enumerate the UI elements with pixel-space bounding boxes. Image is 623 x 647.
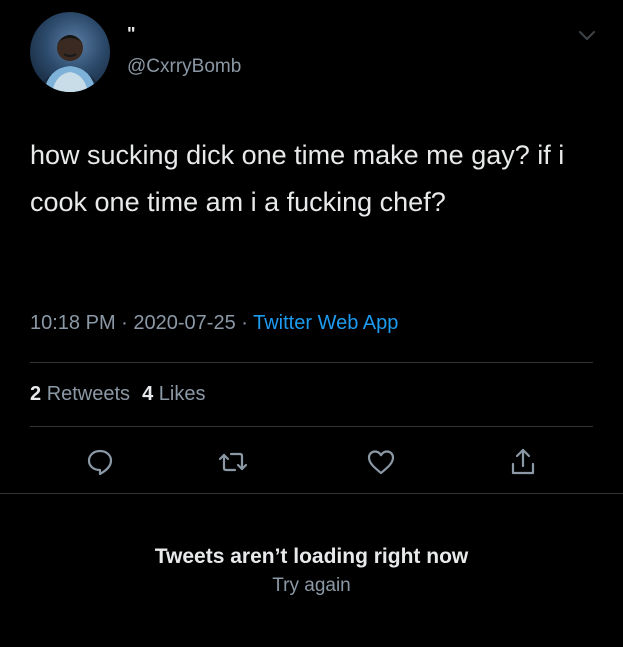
retweet-button[interactable] bbox=[218, 447, 248, 477]
heart-icon bbox=[367, 450, 395, 475]
retweets-stat[interactable]: 2 Retweets bbox=[30, 383, 130, 405]
tweet-source-link[interactable]: Twitter Web App bbox=[253, 312, 398, 334]
loading-error-message: Tweets aren’t loading right now bbox=[154, 545, 469, 568]
meta-separator: · bbox=[235, 312, 254, 334]
retweets-label: Retweets bbox=[46, 383, 131, 405]
tweet-text: how sucking dick one time make me gay? i… bbox=[30, 140, 565, 217]
likes-stat[interactable]: 4 Likes bbox=[142, 383, 205, 405]
likes-label: Likes bbox=[158, 383, 206, 405]
tweet-time[interactable]: 10:18 PM bbox=[30, 312, 116, 334]
likes-count: 4 bbox=[142, 383, 154, 405]
avatar-image bbox=[40, 35, 100, 92]
tweet-stats: 2 Retweets 4 Likes bbox=[30, 383, 205, 406]
reply-icon bbox=[87, 449, 113, 476]
divider bbox=[0, 493, 623, 494]
divider bbox=[30, 362, 593, 363]
share-button[interactable] bbox=[508, 447, 538, 477]
tweet-meta: 10:18 PM · 2020-07-25 · Twitter Web App bbox=[30, 312, 398, 335]
like-button[interactable] bbox=[366, 447, 396, 477]
reply-button[interactable] bbox=[85, 447, 115, 477]
retweets-count: 2 bbox=[30, 383, 42, 405]
avatar[interactable] bbox=[30, 12, 110, 92]
share-icon bbox=[511, 448, 535, 475]
tweet-date[interactable]: 2020-07-25 bbox=[133, 312, 235, 334]
try-again-button[interactable]: Try again bbox=[272, 575, 351, 596]
chevron-down-icon[interactable] bbox=[578, 28, 596, 42]
meta-separator: · bbox=[115, 312, 134, 334]
divider bbox=[30, 426, 593, 427]
user-handle[interactable]: @CxrryBomb bbox=[127, 56, 241, 78]
display-name[interactable]: " bbox=[127, 24, 137, 45]
tweet-card: " @CxrryBomb how sucking dick one time m… bbox=[0, 0, 623, 494]
retry-row: Try again bbox=[0, 575, 623, 597]
retweet-icon bbox=[218, 452, 248, 472]
